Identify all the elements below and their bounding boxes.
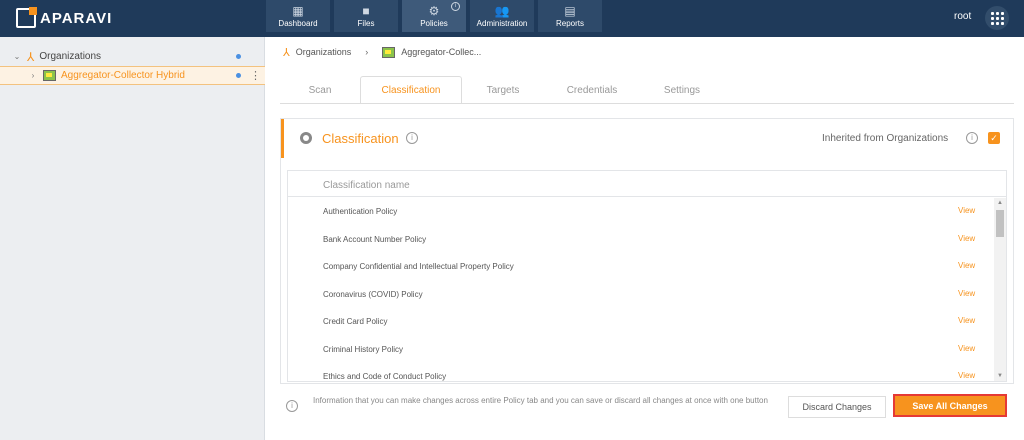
- view-link[interactable]: View: [958, 344, 975, 353]
- nav-dashboard-label: Dashboard: [278, 18, 318, 28]
- row-name: Company Confidential and Intellectual Pr…: [323, 262, 514, 271]
- view-link[interactable]: View: [958, 316, 975, 325]
- breadcrumb: ⅄ Organizations › Aggregator-Collec...: [283, 44, 481, 60]
- status-dot: [236, 73, 241, 78]
- gear-icon: ⚙: [428, 3, 440, 18]
- scroll-up-icon[interactable]: ▲: [997, 200, 1003, 206]
- organization-icon: ⅄: [27, 49, 35, 64]
- nav-administration[interactable]: 👥 Administration: [470, 0, 534, 32]
- tab-scan[interactable]: Scan: [280, 76, 360, 104]
- aparavi-logo[interactable]: APARAVI: [16, 6, 112, 30]
- view-link[interactable]: View: [958, 234, 975, 243]
- view-link[interactable]: View: [958, 206, 975, 215]
- row-name: Criminal History Policy: [323, 345, 404, 354]
- row-name: Credit Card Policy: [323, 317, 388, 326]
- users-icon: 👥: [494, 3, 510, 18]
- hybrid-node-icon: [43, 70, 56, 81]
- table-row: Ethics and Code of Conduct Policy View: [288, 363, 994, 381]
- status-dot: [236, 54, 241, 59]
- view-link[interactable]: View: [958, 261, 975, 270]
- dashboard-icon: ▦: [292, 3, 304, 18]
- more-options-icon[interactable]: ⋮: [250, 70, 261, 81]
- nav-dashboard[interactable]: ▦ Dashboard: [266, 0, 330, 32]
- sidebar-item-organizations[interactable]: ⌄ ⅄ Organizations: [0, 47, 265, 66]
- panel-title: Classification: [322, 131, 399, 146]
- sidebar-item-aggregator-collector-hybrid[interactable]: › Aggregator-Collector Hybrid ⋮: [0, 66, 265, 85]
- nav-policies[interactable]: ⚙ Policies i: [402, 0, 466, 32]
- policy-tabs: Scan Classification Targets Credentials …: [280, 76, 724, 104]
- folder-icon: ■: [362, 3, 370, 18]
- tab-targets[interactable]: Targets: [462, 76, 544, 104]
- sidebar-item-label: Organizations: [39, 51, 102, 62]
- tab-classification[interactable]: Classification: [360, 76, 462, 104]
- info-icon: i: [286, 400, 298, 412]
- scroll-down-icon[interactable]: ▼: [997, 373, 1003, 379]
- inherit-checkbox[interactable]: ✓: [988, 132, 1000, 144]
- organization-icon: ⅄: [283, 46, 290, 59]
- table-row: Credit Card Policy View: [288, 308, 994, 335]
- view-link[interactable]: View: [958, 371, 975, 380]
- scroll-thumb[interactable]: [996, 210, 1004, 237]
- sidebar: ⌄ ⅄ Organizations › Aggregator-Collector…: [0, 37, 265, 440]
- classification-table: Classification name Authentication Polic…: [287, 170, 1007, 382]
- tabs-divider: [280, 103, 1014, 104]
- tab-credentials[interactable]: Credentials: [544, 76, 640, 104]
- logo-text: APARAVI: [40, 9, 113, 27]
- nav-administration-label: Administration: [476, 18, 528, 28]
- view-link[interactable]: View: [958, 289, 975, 298]
- info-icon[interactable]: i: [451, 2, 460, 11]
- nav-reports-label: Reports: [555, 18, 584, 28]
- discard-changes-button[interactable]: Discard Changes: [788, 396, 886, 418]
- row-name: Authentication Policy: [323, 207, 398, 216]
- logo-mark-icon: [16, 7, 37, 28]
- inherit-label: Inherited from Organizations: [822, 133, 949, 144]
- footer-info-text: Information that you can make changes ac…: [313, 396, 768, 405]
- hybrid-node-icon: [382, 46, 396, 58]
- info-icon[interactable]: i: [406, 132, 418, 144]
- table-row: Coronavirus (COVID) Policy View: [288, 281, 994, 308]
- row-name: Ethics and Code of Conduct Policy: [323, 372, 447, 381]
- classification-icon: [300, 132, 312, 144]
- tab-settings[interactable]: Settings: [640, 76, 724, 104]
- user-name[interactable]: root: [954, 11, 971, 22]
- chevron-down-icon[interactable]: ⌄: [12, 52, 22, 61]
- table-row: Criminal History Policy View: [288, 336, 994, 363]
- top-bar: APARAVI ▦ Dashboard ■ Files ⚙ Policies i…: [0, 0, 1024, 37]
- panel-header: Classification i Inherited from Organiza…: [281, 119, 1013, 158]
- save-all-changes-button[interactable]: Save All Changes: [893, 394, 1007, 417]
- column-header-classification-name[interactable]: Classification name: [323, 180, 410, 191]
- table-row: Bank Account Number Policy View: [288, 226, 994, 253]
- breadcrumb-item-organizations[interactable]: Organizations: [296, 47, 352, 57]
- row-name: Bank Account Number Policy: [323, 235, 427, 244]
- main-nav: ▦ Dashboard ■ Files ⚙ Policies i 👥 Admin…: [266, 0, 606, 37]
- nav-files-label: Files: [357, 18, 375, 28]
- breadcrumb-item-current: Aggregator-Collec...: [401, 47, 482, 57]
- row-name: Coronavirus (COVID) Policy: [323, 290, 423, 299]
- apps-grid-icon[interactable]: [985, 6, 1009, 30]
- chevron-right-icon: ›: [365, 47, 369, 57]
- sidebar-item-label: Aggregator-Collector Hybrid: [61, 70, 185, 81]
- nav-policies-label: Policies: [420, 18, 448, 28]
- nav-files[interactable]: ■ Files: [334, 0, 398, 32]
- nav-reports[interactable]: ▤ Reports: [538, 0, 602, 32]
- report-icon: ▤: [564, 3, 576, 18]
- info-icon[interactable]: i: [966, 132, 978, 144]
- table-header: Classification name: [288, 171, 1006, 197]
- table-row: Company Confidential and Intellectual Pr…: [288, 253, 994, 280]
- table-scrollbar[interactable]: ▲ ▼: [994, 198, 1006, 381]
- classification-panel: Classification i Inherited from Organiza…: [280, 118, 1014, 384]
- chevron-right-icon[interactable]: ›: [28, 71, 38, 80]
- table-row: Authentication Policy View: [288, 198, 994, 225]
